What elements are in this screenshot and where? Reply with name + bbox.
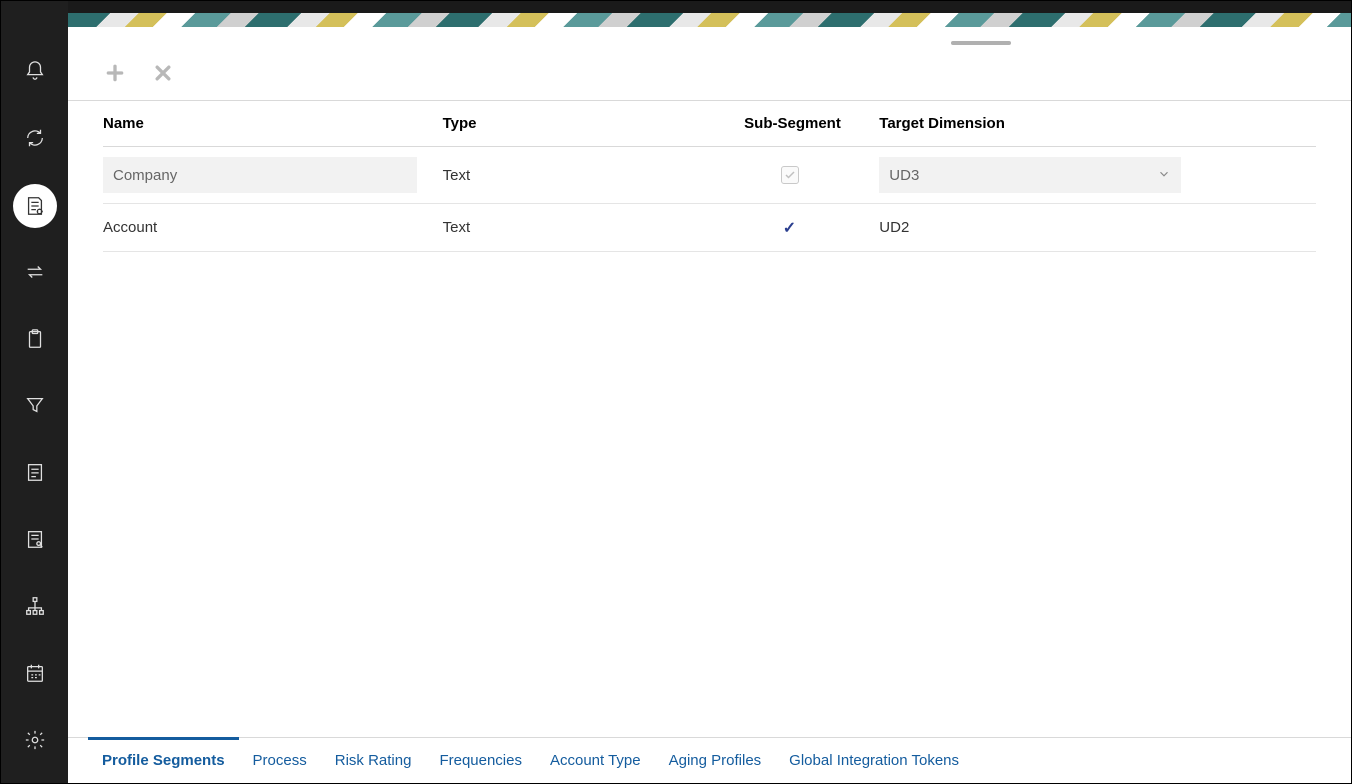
bell-icon (24, 60, 46, 85)
tab-profile-segments[interactable]: Profile Segments (88, 738, 239, 783)
app-topbar (1, 1, 1351, 13)
decorative-banner (68, 13, 1351, 27)
target-dimension-cell: UD2 (879, 204, 1316, 252)
filter-icon (24, 394, 46, 419)
header-sub-segment[interactable]: Sub-Segment (734, 101, 880, 147)
sidebar-item-document[interactable] (1, 440, 68, 507)
refresh-icon (24, 127, 46, 152)
sidebar-item-report-config[interactable] (1, 173, 68, 240)
name-cell: Account (103, 204, 443, 252)
table-row[interactable]: Text UD3 (103, 147, 1316, 204)
type-cell: Text (443, 204, 734, 252)
chevron-down-icon (1157, 167, 1171, 184)
sub-segment-checkbox[interactable] (781, 166, 799, 184)
name-input[interactable] (103, 157, 417, 193)
tab-account-type[interactable]: Account Type (536, 738, 655, 783)
delete-button[interactable] (151, 62, 175, 86)
type-cell: Text (443, 147, 734, 204)
sidebar-item-filter[interactable] (1, 374, 68, 441)
sidebar-item-review[interactable] (1, 507, 68, 574)
sidebar-item-notifications[interactable] (1, 39, 68, 106)
sidebar-nav (1, 1, 68, 783)
plus-icon (105, 63, 125, 86)
table-row[interactable]: Account Text ✓ UD2 (103, 204, 1316, 252)
header-name[interactable]: Name (103, 101, 443, 147)
sidebar-item-hierarchy[interactable] (1, 574, 68, 641)
sidebar-item-clipboard[interactable] (1, 307, 68, 374)
sidebar-item-calendar[interactable] (1, 641, 68, 708)
sidebar-item-settings[interactable] (1, 708, 68, 775)
tab-global-integration-tokens[interactable]: Global Integration Tokens (775, 738, 973, 783)
clipboard-icon (24, 328, 46, 353)
header-target-dimension[interactable]: Target Dimension (879, 101, 1316, 147)
document-icon (24, 461, 46, 486)
tab-frequencies[interactable]: Frequencies (425, 738, 536, 783)
action-toolbar (68, 27, 1351, 101)
calendar-icon (24, 662, 46, 687)
tab-aging-profiles[interactable]: Aging Profiles (655, 738, 776, 783)
hierarchy-icon (24, 595, 46, 620)
panel-drag-handle[interactable] (951, 41, 1011, 45)
check-icon (784, 169, 796, 181)
transfer-icon (24, 261, 46, 286)
sidebar-item-transfer[interactable] (1, 240, 68, 307)
report-config-icon (13, 184, 57, 228)
close-icon (153, 63, 173, 86)
sidebar-item-refresh[interactable] (1, 106, 68, 173)
bottom-tabs: Profile Segments Process Risk Rating Fre… (68, 737, 1351, 783)
tab-process[interactable]: Process (239, 738, 321, 783)
header-type[interactable]: Type (443, 101, 734, 147)
segments-table: Name Type Sub-Segment Target Dimension T… (103, 101, 1316, 252)
target-dimension-select[interactable]: UD3 (879, 157, 1181, 193)
tab-risk-rating[interactable]: Risk Rating (321, 738, 426, 783)
main-content: Name Type Sub-Segment Target Dimension T… (68, 27, 1351, 783)
add-button[interactable] (103, 62, 127, 86)
segments-table-container: Name Type Sub-Segment Target Dimension T… (68, 101, 1351, 737)
select-value: UD3 (889, 167, 919, 184)
review-icon (24, 528, 46, 553)
sub-segment-checkbox[interactable]: ✓ (781, 219, 799, 237)
settings-icon (24, 729, 46, 754)
